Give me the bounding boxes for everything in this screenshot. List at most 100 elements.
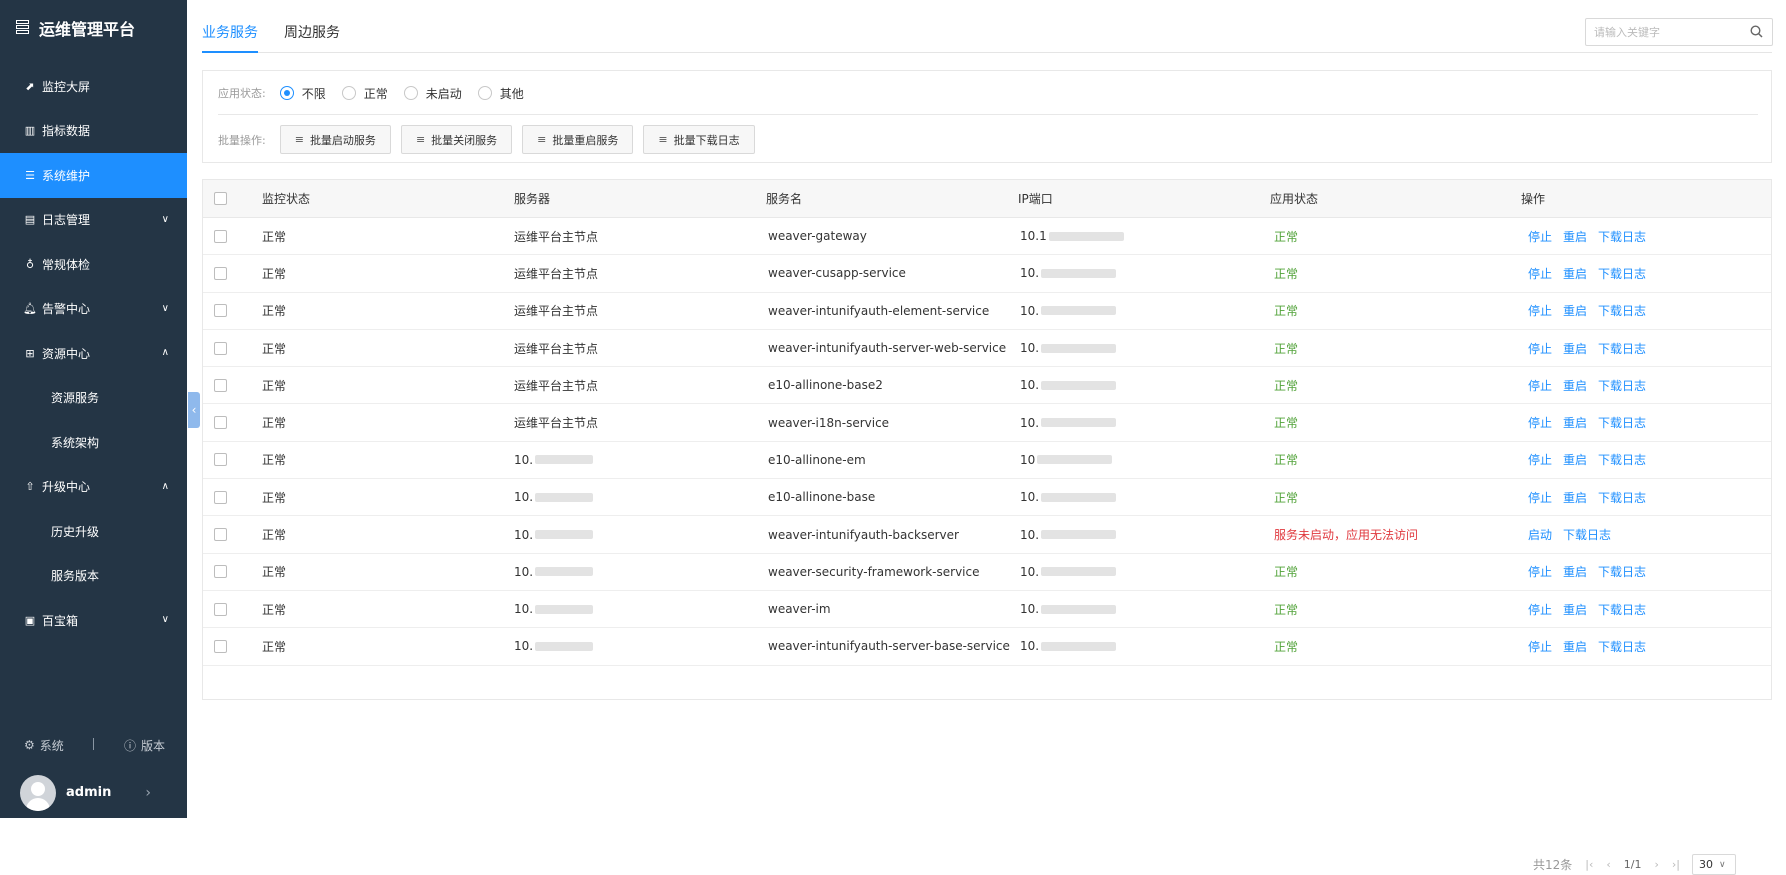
row-checkbox[interactable] <box>214 304 227 318</box>
row-action-link[interactable]: 重启 <box>1563 414 1587 431</box>
row-action-link[interactable]: 下载日志 <box>1563 526 1611 543</box>
status-radio[interactable]: 未启动 <box>403 85 462 102</box>
tab-peripheral-services[interactable]: 周边服务 <box>284 22 340 42</box>
system-link[interactable]: ⚙ 系统 <box>24 737 64 754</box>
sidebar-item[interactable]: 系统架构 <box>0 420 187 465</box>
sidebar-item[interactable]: 资源服务 <box>0 376 187 421</box>
last-page-icon[interactable]: ›| <box>1672 858 1680 871</box>
version-link[interactable]: ⓘ 版本 <box>124 737 165 754</box>
sidebar-item[interactable]: 历史升级 <box>0 509 187 554</box>
search-icon[interactable] <box>1750 25 1763 38</box>
row-checkbox[interactable] <box>214 378 227 392</box>
row-action-link[interactable]: 下载日志 <box>1598 451 1646 468</box>
batch-action-button[interactable]: ≡ 批量下载日志 <box>643 125 755 154</box>
server-cell: 10. <box>514 628 594 664</box>
status-radio-label: 其他 <box>499 86 524 101</box>
row-action-link[interactable]: 重启 <box>1563 563 1587 580</box>
bar-chart-icon: ▥ <box>24 124 36 138</box>
row-action-link[interactable]: 下载日志 <box>1598 601 1646 618</box>
row-action-link[interactable]: 停止 <box>1528 302 1552 319</box>
next-page-icon[interactable]: › <box>1655 858 1659 871</box>
col-server[interactable]: 服务器 <box>514 180 550 217</box>
row-checkbox[interactable] <box>214 565 227 579</box>
row-action-link[interactable]: 下载日志 <box>1598 228 1646 245</box>
tab-business-services[interactable]: 业务服务 <box>202 22 258 53</box>
search-input[interactable] <box>1586 19 1736 45</box>
sidebar-item[interactable]: 🔔︎ 告警中心 ∨ <box>0 287 187 332</box>
row-action-link[interactable]: 重启 <box>1563 377 1587 394</box>
row-action-link[interactable]: 重启 <box>1563 265 1587 282</box>
col-app-status[interactable]: 应用状态 <box>1270 180 1318 217</box>
row-action-link[interactable]: 下载日志 <box>1598 265 1646 282</box>
row-action-link[interactable]: 重启 <box>1563 228 1587 245</box>
server-name: 10. <box>514 564 534 579</box>
row-checkbox[interactable] <box>214 528 227 542</box>
select-all-checkbox[interactable] <box>214 192 227 205</box>
row-action-link[interactable]: 下载日志 <box>1598 302 1646 319</box>
sidebar-item-label: 系统架构 <box>51 435 100 450</box>
radio-dot <box>477 86 492 100</box>
sidebar-item[interactable]: ▣ 百宝箱 ∨ <box>0 598 187 643</box>
status-radio[interactable]: 正常 <box>341 85 388 102</box>
row-action-link[interactable]: 重启 <box>1563 340 1587 357</box>
row-action-link[interactable]: 重启 <box>1563 638 1587 655</box>
row-action-link[interactable]: 停止 <box>1528 228 1552 245</box>
row-action-link[interactable]: 停止 <box>1528 638 1552 655</box>
row-action-link[interactable]: 下载日志 <box>1598 377 1646 394</box>
sidebar-item[interactable]: ⇧ 升级中心 ∧ <box>0 465 187 510</box>
row-action-link[interactable]: 下载日志 <box>1598 489 1646 506</box>
col-ip-port[interactable]: IP端口 <box>1018 180 1053 217</box>
row-action-link[interactable]: 停止 <box>1528 601 1552 618</box>
row-action-link[interactable]: 重启 <box>1563 601 1587 618</box>
status-radio[interactable]: 其他 <box>477 85 524 102</box>
row-checkbox[interactable] <box>214 453 227 467</box>
row-action-link[interactable]: 停止 <box>1528 451 1552 468</box>
row-checkbox[interactable] <box>214 266 227 280</box>
sidebar-item[interactable]: 服务版本 <box>0 554 187 599</box>
sidebar-item[interactable]: ▤ 日志管理 ∨ <box>0 198 187 243</box>
table-row: 正常 运维平台主节点 e10-allinone-base2 10. 正常 停止 重启 下载日志 <box>203 367 1771 405</box>
col-monitor-status[interactable]: 监控状态 <box>262 180 310 217</box>
sidebar-item[interactable]: ♁ 常规体检 <box>0 242 187 287</box>
status-radio[interactable]: 不限 <box>279 85 326 102</box>
first-page-icon[interactable]: |‹ <box>1585 858 1593 871</box>
row-actions: 停止 重启 下载日志 <box>1528 479 1657 515</box>
sidebar-item[interactable]: ☰ 系统维护 <box>0 153 187 198</box>
log-icon: ▤ <box>24 213 36 227</box>
row-action-link[interactable]: 停止 <box>1528 265 1552 282</box>
sidebar-item[interactable]: ⊞ 资源中心 ∧ <box>0 331 187 376</box>
row-action-link[interactable]: 下载日志 <box>1598 563 1646 580</box>
page-size-select[interactable]: 30 ∨ <box>1692 854 1737 875</box>
row-action-link[interactable]: 下载日志 <box>1598 638 1646 655</box>
row-action-link[interactable]: 下载日志 <box>1598 340 1646 357</box>
row-action-link[interactable]: 启动 <box>1528 526 1552 543</box>
row-checkbox[interactable] <box>214 490 227 504</box>
row-action-link[interactable]: 重启 <box>1563 451 1587 468</box>
batch-action-button[interactable]: ≡ 批量启动服务 <box>279 125 391 154</box>
batch-action-button[interactable]: ≡ 批量重启服务 <box>522 125 634 154</box>
prev-page-icon[interactable]: ‹ <box>1606 858 1610 871</box>
row-action-link[interactable]: 重启 <box>1563 489 1587 506</box>
row-action-link[interactable]: 停止 <box>1528 489 1552 506</box>
monitor-status: 正常 <box>262 639 287 654</box>
row-checkbox[interactable] <box>214 229 227 243</box>
row-checkbox[interactable] <box>214 416 227 430</box>
user-profile[interactable]: admin › <box>0 767 187 818</box>
sidebar-item[interactable]: ⬈ 监控大屏 <box>0 64 187 109</box>
row-checkbox[interactable] <box>214 602 227 616</box>
row-checkbox[interactable] <box>214 341 227 355</box>
row-action-link[interactable]: 重启 <box>1563 302 1587 319</box>
app-brand[interactable]: 运维管理平台 <box>0 0 187 56</box>
col-service-name[interactable]: 服务名 <box>766 180 802 217</box>
sidebar-item[interactable]: ▥ 指标数据 <box>0 109 187 154</box>
row-checkbox[interactable] <box>214 639 227 653</box>
sidebar-collapse-button[interactable]: ‹ <box>188 392 200 428</box>
row-action-link[interactable]: 停止 <box>1528 414 1552 431</box>
row-action-link[interactable]: 下载日志 <box>1598 414 1646 431</box>
service-tabs: 业务服务 周边服务 <box>202 0 1773 53</box>
service-name: weaver-gateway <box>768 229 867 244</box>
batch-action-button[interactable]: ≡ 批量关闭服务 <box>400 125 513 154</box>
row-action-link[interactable]: 停止 <box>1528 563 1552 580</box>
row-action-link[interactable]: 停止 <box>1528 340 1552 357</box>
row-action-link[interactable]: 停止 <box>1528 377 1552 394</box>
